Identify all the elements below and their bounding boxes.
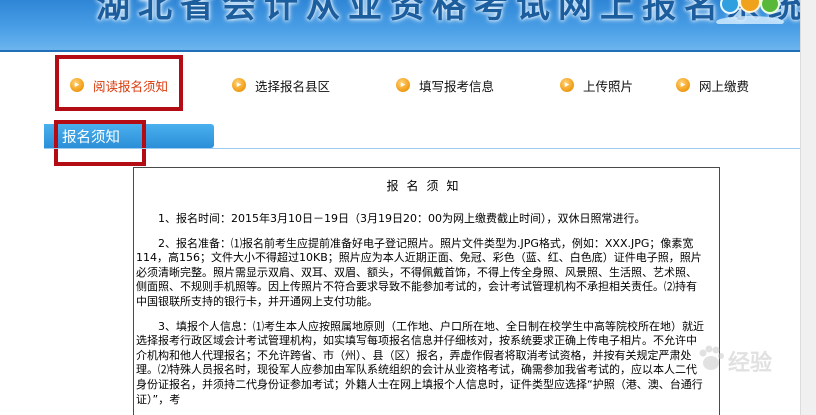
notice-paragraph: 3、填报个人信息：⑴考生本人应按照属地原则（工作地、户口所在地、全日制在校学生中… (136, 319, 704, 406)
arrow-right-icon: ▸ (396, 78, 410, 92)
step-online-payment[interactable]: ▸ 网上缴费 (676, 70, 749, 100)
notice-title: 报名须知 (386, 179, 467, 193)
step-label: 上传照片 (583, 78, 634, 94)
arrow-right-icon: ▸ (676, 78, 690, 92)
step-label: 网上缴费 (699, 78, 750, 94)
banner-divider (0, 50, 816, 52)
step-nav: ▸ 阅读报名须知 ▸ 选择报名县区 ▸ 填写报考信息 ▸ 上传照片 ▸ 网上缴费 (0, 70, 800, 100)
arrow-right-icon: ▸ (560, 78, 574, 92)
scrollbar[interactable] (800, 0, 816, 415)
step-fill-info[interactable]: ▸ 填写报考信息 (396, 70, 494, 100)
step-label: 阅读报名须知 (93, 78, 169, 94)
step-select-county[interactable]: ▸ 选择报名县区 (232, 70, 330, 100)
notice-paragraph: 1、报名时间：2015年3月10日－19日（3月19日20：00为网上缴费截止时… (158, 212, 646, 225)
arrow-right-icon: ▸ (70, 78, 84, 92)
step-label: 填写报考信息 (419, 78, 495, 94)
header-banner: 湖北省会计从业资格考试网上报名系统 (0, 0, 816, 52)
notice-panel[interactable]: 报名须知 1、报名时间：2015年3月10日－19日（3月19日20：00为网上… (133, 167, 720, 415)
section-divider (44, 148, 800, 149)
watermark-text: 经验 (728, 351, 773, 376)
people-logo-icon (716, 0, 784, 24)
arrow-right-icon: ▸ (232, 78, 246, 92)
step-upload-photo[interactable]: ▸ 上传照片 (560, 70, 633, 100)
step-read-notice[interactable]: ▸ 阅读报名须知 (70, 70, 168, 100)
step-label: 选择报名县区 (255, 78, 331, 94)
notice-paragraph: 2、报名准备：⑴报名前考生应提前准备好电子登记照片。照片文件类型为.JPG格式，… (136, 236, 702, 308)
header-title: 湖北省会计从业资格考试网上报名系统 (96, 0, 810, 26)
section-title: 报名须知 (62, 130, 120, 146)
